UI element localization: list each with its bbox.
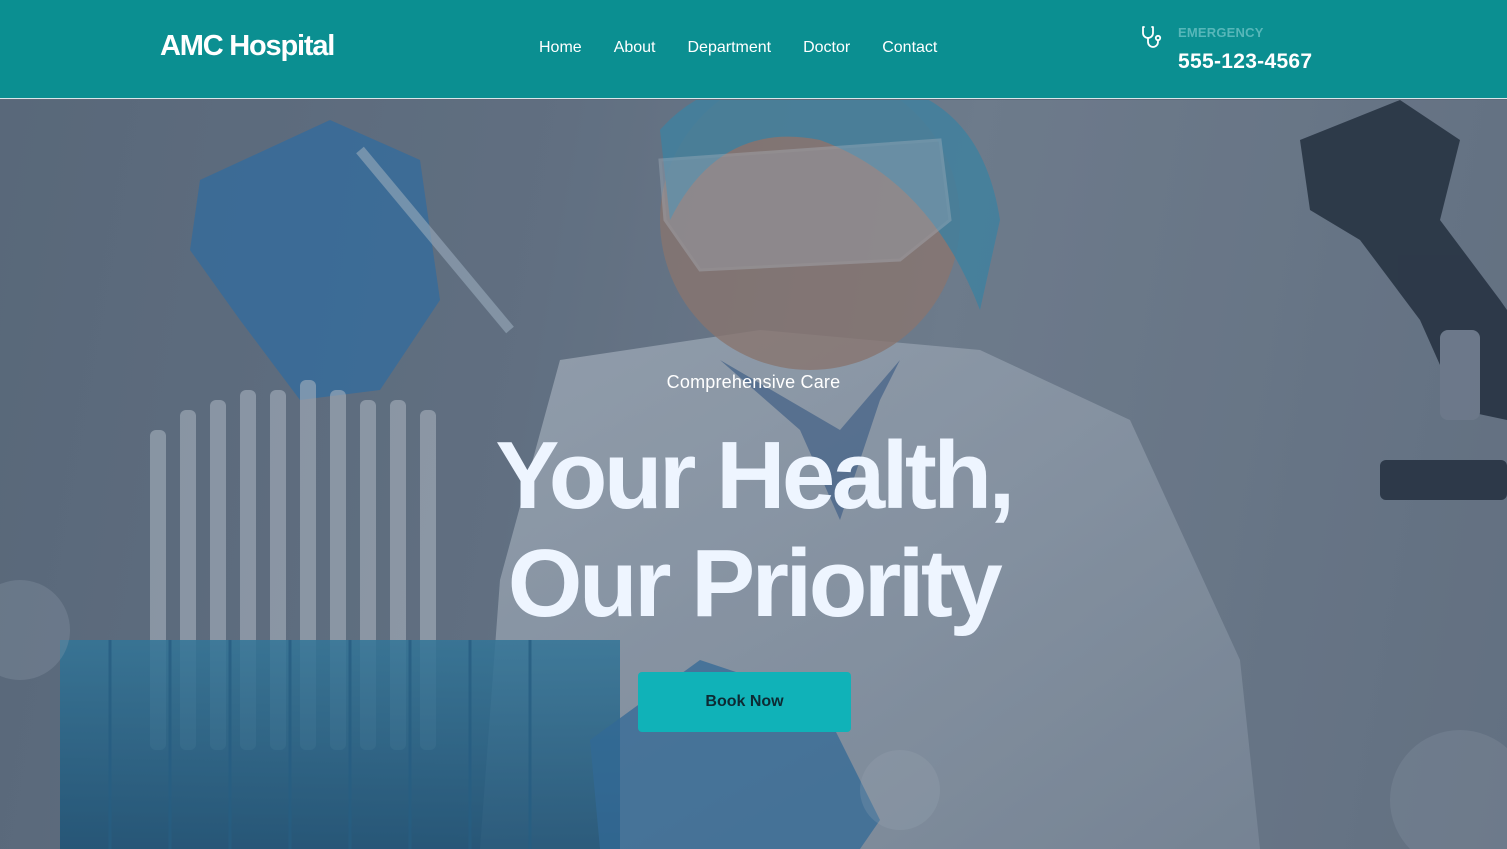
nav-department[interactable]: Department (688, 38, 772, 58)
nav-about[interactable]: About (614, 38, 656, 58)
nav-contact[interactable]: Contact (882, 38, 937, 58)
book-now-button[interactable]: Book Now (638, 672, 851, 732)
hero-headline: Your Health, Our Priority (0, 422, 1507, 638)
hero-eyebrow: Comprehensive Care (666, 372, 841, 392)
hero-headline-line2: Our Priority (507, 530, 1003, 637)
hero-headline-line1: Your Health, (495, 422, 1015, 529)
emergency-phone[interactable]: 555-123-4567 (1178, 50, 1312, 74)
main-nav: Home About Department Doctor Contact (539, 38, 969, 58)
stethoscope-icon (1142, 26, 1162, 48)
nav-home[interactable]: Home (539, 38, 582, 58)
site-header: AMC Hospital Home About Department Docto… (0, 0, 1507, 99)
brand-logo[interactable]: AMC Hospital (160, 30, 335, 63)
nav-doctor[interactable]: Doctor (803, 38, 850, 58)
emergency-label: EMERGENCY (1178, 25, 1264, 40)
hero-section: Comprehensive Care Your Health, Our Prio… (0, 100, 1507, 849)
